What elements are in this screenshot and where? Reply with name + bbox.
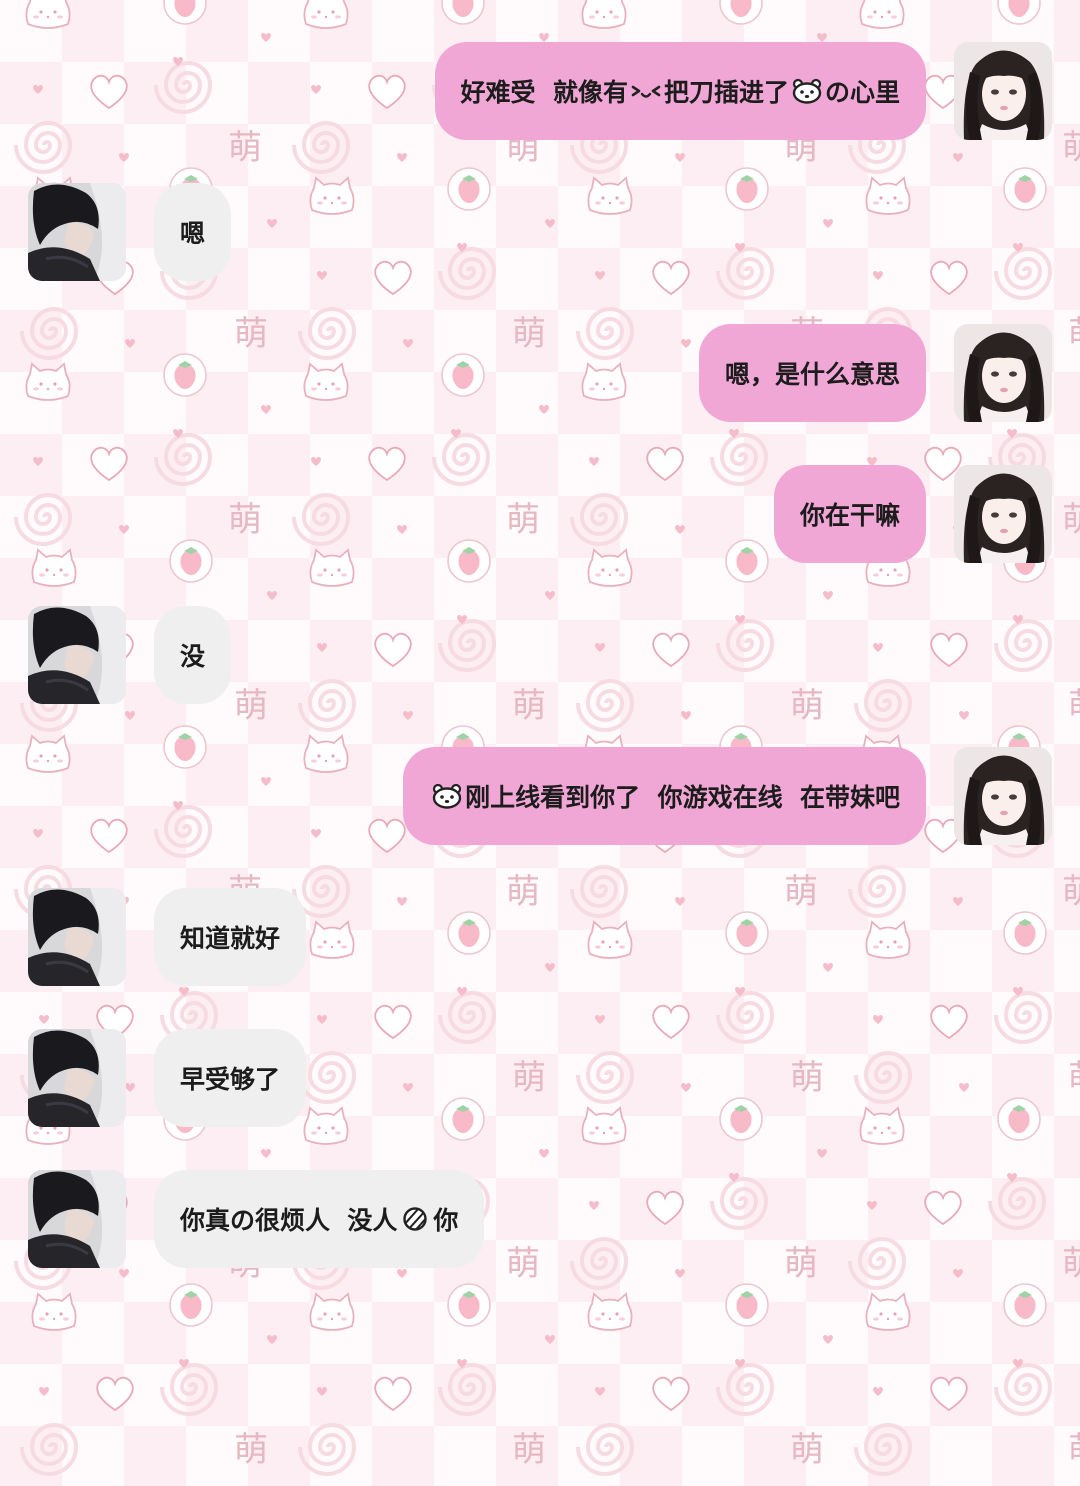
message-bubble-received[interactable]: 嗯 [154,183,232,281]
message-text: 嗯，是什么意思 [724,360,900,389]
message-row-received: 没 [0,606,1080,706]
message-text: 你真の很烦人 没人 [180,1206,398,1235]
message-text: 好难受 就像有 [460,78,628,107]
message-text: 刚上线看到你了 你游戏在线 在带妹吧 [465,783,900,812]
message-row-sent: 刚上线看到你了 你游戏在线 在带妹吧 [0,747,1080,847]
message-text: 你 [433,1206,459,1235]
avatar-girl[interactable] [954,747,1052,845]
avatar-girl[interactable] [954,42,1052,140]
message-text: 没 [180,642,206,671]
striped-heart-emoji-icon [399,1206,431,1232]
message-bubble-received[interactable]: 没 [154,606,232,704]
bear-face-emoji-icon [431,783,463,809]
avatar-girl[interactable] [954,324,1052,422]
avatar-boy[interactable] [28,888,126,986]
face-emoji-icon [630,78,662,104]
message-row-received: 你真の很烦人 没人 你 [0,1170,1080,1270]
avatar-boy[interactable] [28,183,126,281]
message-row-sent: 你在干嘛 [0,465,1080,565]
message-bubble-received[interactable]: 你真の很烦人 没人 你 [154,1170,485,1268]
chat-message-list: 好难受 就像有 把刀插进了 の心里 嗯 嗯，是什么意思 你在干嘛 没 刚上线看到你了… [0,0,1080,1441]
message-row-received: 早受够了 [0,1029,1080,1129]
message-row-sent: 嗯，是什么意思 [0,324,1080,424]
message-bubble-sent[interactable]: 好难受 就像有 把刀插进了 の心里 [434,42,926,140]
message-bubble-sent[interactable]: 刚上线看到你了 你游戏在线 在带妹吧 [403,747,926,845]
message-text: 把刀插进了 [663,78,789,107]
message-text: 知道就好 [180,924,281,953]
message-bubble-received[interactable]: 早受够了 [154,1029,307,1127]
message-text: の心里 [824,78,900,107]
bear-face-emoji-icon [791,78,823,104]
avatar-boy[interactable] [28,606,126,704]
avatar-boy[interactable] [28,1170,126,1268]
message-bubble-sent[interactable]: 嗯，是什么意思 [698,324,926,422]
message-row-sent: 好难受 就像有 把刀插进了 の心里 [0,42,1080,142]
message-row-received: 知道就好 [0,888,1080,988]
avatar-boy[interactable] [28,1029,126,1127]
message-bubble-sent[interactable]: 你在干嘛 [773,465,926,563]
message-bubble-received[interactable]: 知道就好 [154,888,307,986]
message-row-received: 嗯 [0,183,1080,283]
message-text: 你在干嘛 [799,501,900,530]
message-text: 早受够了 [180,1065,281,1094]
avatar-girl[interactable] [954,465,1052,563]
message-text: 嗯 [180,219,206,248]
